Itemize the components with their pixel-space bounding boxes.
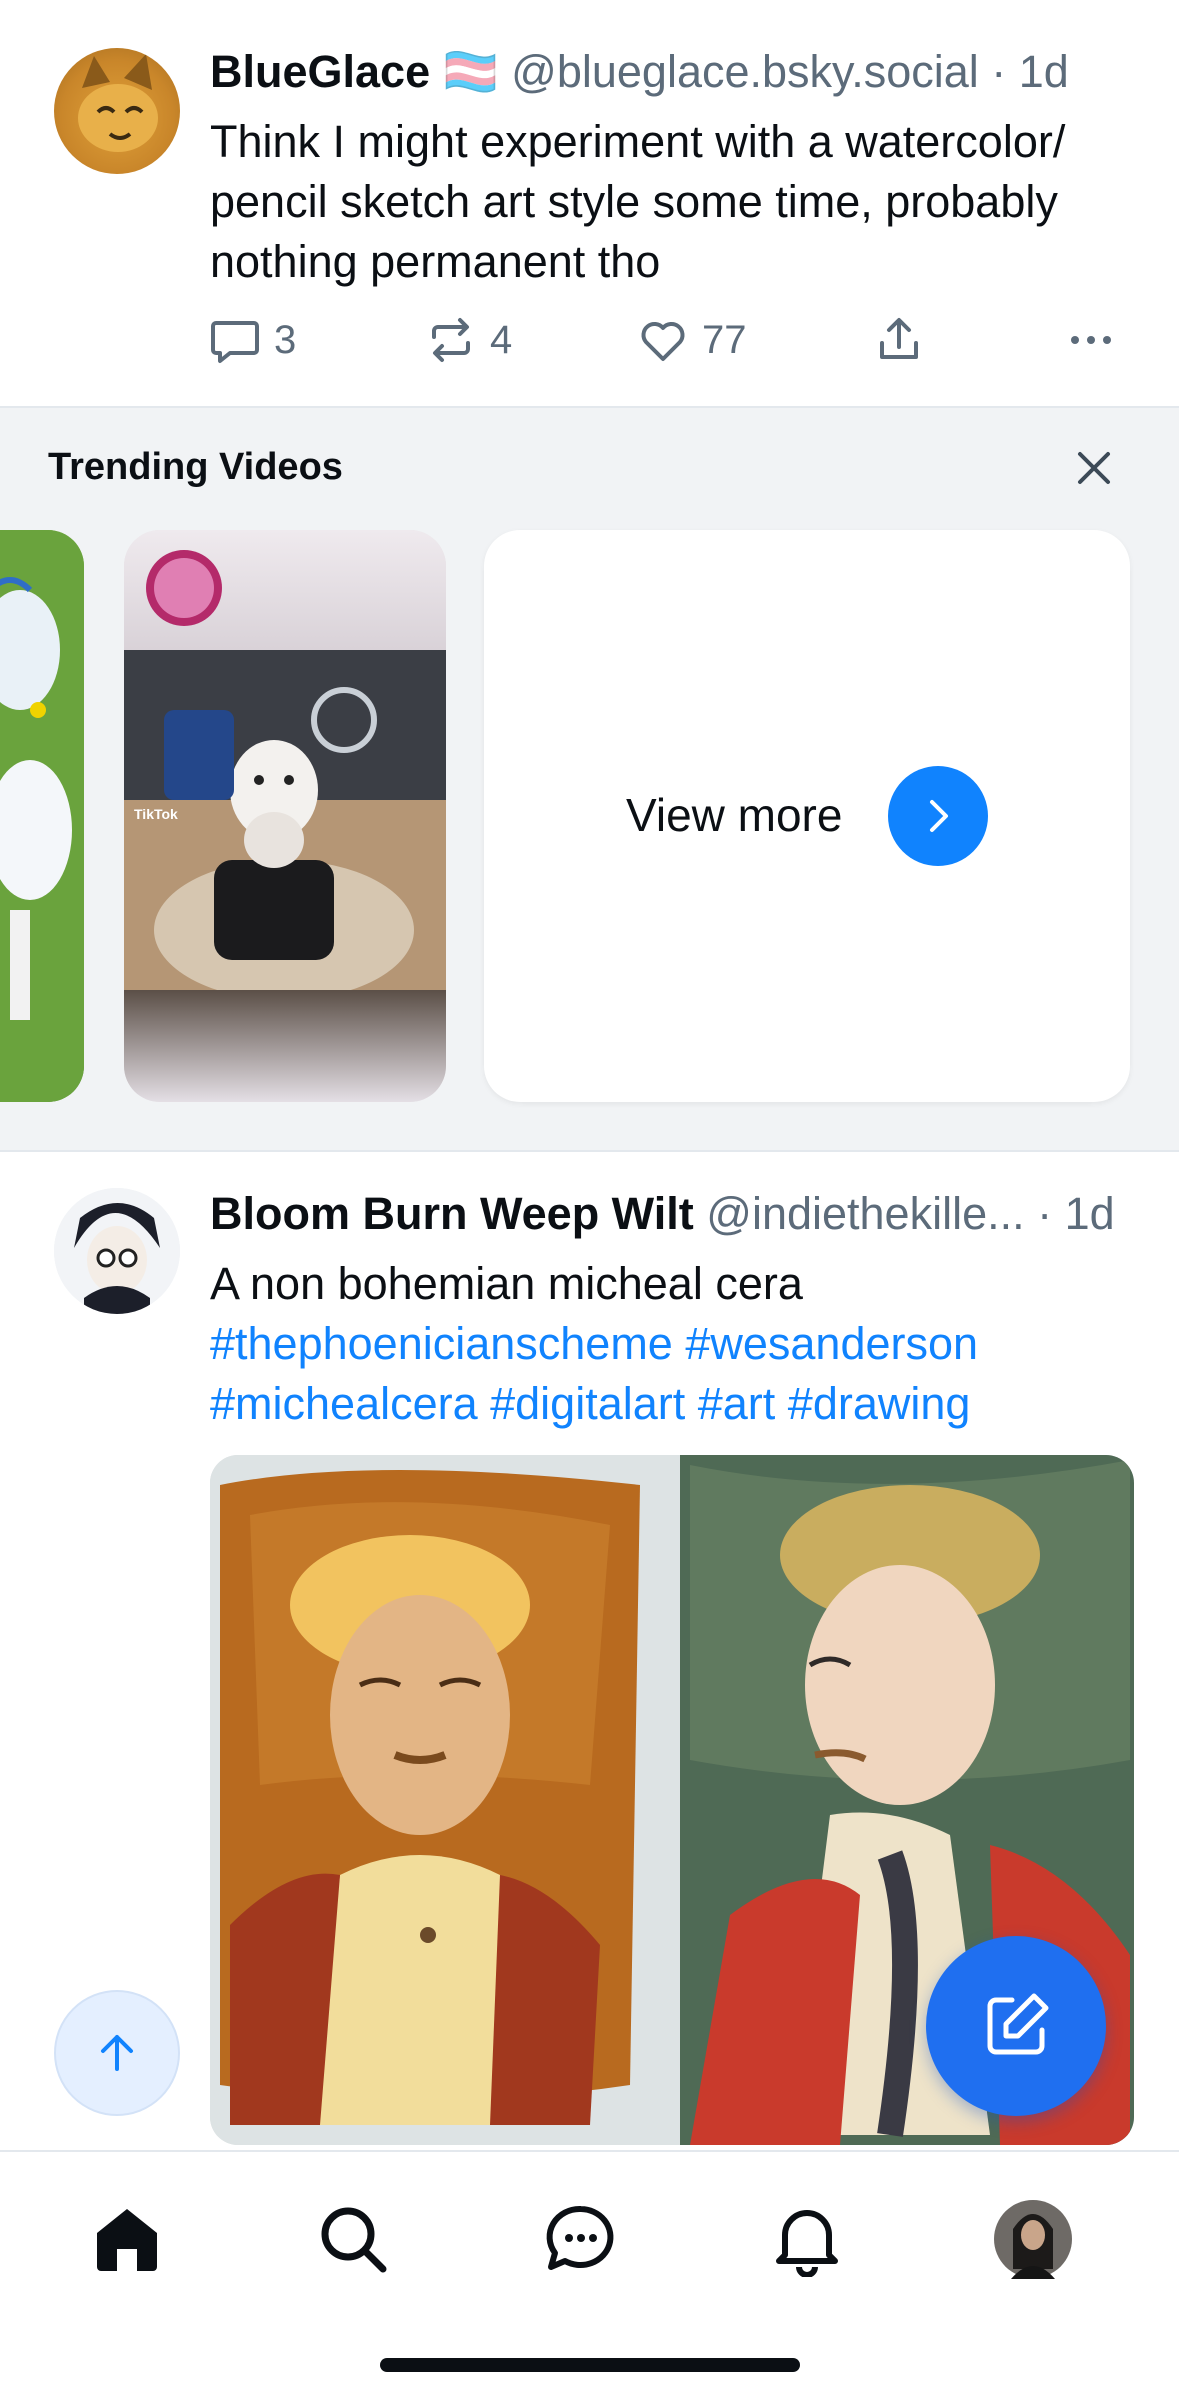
fox-character-icon xyxy=(78,54,158,152)
author-name[interactable]: Bloom Burn Weep Wilt xyxy=(210,1188,694,1239)
more-options-button[interactable] xyxy=(1066,310,1116,370)
share-icon xyxy=(880,318,918,359)
view-more-button[interactable] xyxy=(888,766,988,866)
bell-icon xyxy=(776,2210,838,2277)
close-trending-button[interactable] xyxy=(1068,442,1120,494)
post-text: Think I might experiment with a watercol… xyxy=(210,116,1066,287)
post-header: Bloom Burn Weep Wilt @indiethekille... ·… xyxy=(210,1186,1139,1242)
hashtags-line[interactable]: #thephoenicianscheme #wesanderson xyxy=(210,1314,1139,1374)
avatar-blueglace[interactable] xyxy=(54,48,180,174)
separator-dot: · xyxy=(991,46,1007,97)
author-handle[interactable]: @indiethekille... xyxy=(706,1188,1024,1239)
author-name[interactable]: BlueGlace xyxy=(210,46,430,97)
view-more-card[interactable]: View more xyxy=(484,530,1130,1102)
arrow-up-icon xyxy=(101,2035,133,2071)
tiktok-watermark: TikTok xyxy=(134,806,178,822)
video-thumbnail xyxy=(0,530,84,1102)
compose-icon xyxy=(987,1993,1049,2055)
tab-notifications[interactable] xyxy=(762,2194,852,2284)
like-button[interactable]: 77 xyxy=(638,310,747,370)
divider xyxy=(0,406,1179,408)
video-card-dog[interactable]: TikTok xyxy=(124,530,446,1102)
scroll-to-top-button[interactable] xyxy=(54,1990,180,2116)
home-indicator xyxy=(380,2358,800,2372)
tab-search[interactable] xyxy=(308,2194,398,2284)
post-text: A non bohemian micheal cera #thephoenici… xyxy=(210,1254,1139,1434)
author-handle[interactable]: @blueglace.bsky.social xyxy=(511,46,979,97)
hashtags-line[interactable]: #michealcera #digitalart #art #drawing xyxy=(210,1374,1139,1434)
view-more-label: View more xyxy=(626,789,843,841)
repost-icon xyxy=(432,318,470,362)
reply-icon xyxy=(211,321,259,363)
home-icon xyxy=(97,2209,157,2271)
video-card-soccer[interactable] xyxy=(0,530,84,1102)
reply-button[interactable]: 3 xyxy=(210,310,296,370)
tab-profile[interactable] xyxy=(988,2194,1078,2284)
repost-count: 4 xyxy=(490,317,513,362)
chat-icon xyxy=(546,2205,614,2270)
separator-dot: · xyxy=(1037,1188,1053,1239)
tab-chat[interactable] xyxy=(536,2194,626,2284)
heart-icon xyxy=(641,322,685,361)
profile-avatar-icon xyxy=(994,2200,1072,2279)
like-count: 77 xyxy=(702,317,747,362)
more-horizontal-icon xyxy=(1071,336,1111,344)
flag-emoji: 🏳️‍⚧️ xyxy=(442,46,499,97)
post-actions: 3 4 77 xyxy=(210,310,1130,370)
reply-count: 3 xyxy=(274,317,297,362)
post-blueglace[interactable]: BlueGlace 🏳️‍⚧️ @blueglace.bsky.social ·… xyxy=(0,0,1179,406)
avatar-bloom-burn-weep-wilt[interactable] xyxy=(54,1188,180,1314)
share-button[interactable] xyxy=(874,310,924,370)
anime-character-icon xyxy=(54,1188,180,1314)
trending-videos-section: Trending Videos TikTok View more xyxy=(0,406,1179,1152)
trending-title: Trending Videos xyxy=(48,446,343,488)
post-time[interactable]: 1d xyxy=(1065,1188,1115,1239)
post-time[interactable]: 1d xyxy=(1019,46,1069,97)
search-icon xyxy=(321,2207,387,2273)
bottom-tab-bar xyxy=(0,2150,1179,2396)
close-icon xyxy=(1078,452,1110,484)
post-text-line: A non bohemian micheal cera xyxy=(210,1258,803,1309)
chevron-right-icon xyxy=(930,800,948,832)
repost-button[interactable]: 4 xyxy=(426,310,512,370)
tab-home[interactable] xyxy=(82,2194,172,2284)
post-header: BlueGlace 🏳️‍⚧️ @blueglace.bsky.social ·… xyxy=(210,44,1139,100)
compose-post-button[interactable] xyxy=(926,1936,1106,2116)
